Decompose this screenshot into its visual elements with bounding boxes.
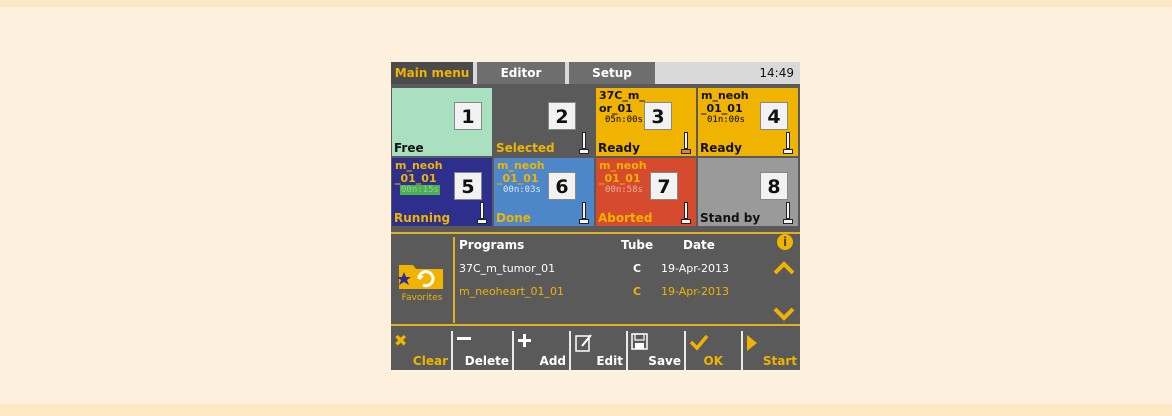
slot-status: Ready bbox=[598, 141, 640, 155]
minus-icon bbox=[457, 337, 471, 340]
slot-3[interactable]: 37C_m_ or_01 05n:00s 3 Ready bbox=[596, 88, 696, 156]
slot-timer: 00n:03s bbox=[503, 185, 541, 195]
slot-status: Free bbox=[394, 141, 424, 155]
plus-icon bbox=[518, 334, 531, 347]
program-name: 37C_m_tumor_01 bbox=[459, 262, 556, 275]
tab-setup[interactable]: Setup bbox=[569, 62, 657, 84]
ok-button[interactable]: OK bbox=[684, 331, 741, 370]
save-label: Save bbox=[648, 354, 681, 368]
slot-status: Running bbox=[394, 211, 451, 225]
clear-button[interactable]: ✖ Clear bbox=[391, 331, 451, 370]
slot-status: Aborted bbox=[598, 211, 653, 225]
tube-icon bbox=[477, 202, 487, 224]
play-icon bbox=[747, 335, 757, 351]
tube-icon bbox=[783, 132, 793, 154]
tab-bar: Main menu Editor Setup 14:49 bbox=[391, 62, 800, 84]
clock: 14:49 bbox=[759, 66, 794, 80]
tube-icon bbox=[579, 132, 589, 154]
slot-7[interactable]: m_neoh _01_01 00n:58s 7 Aborted bbox=[596, 158, 696, 226]
slot-number: 1 bbox=[454, 102, 482, 130]
favorites-button[interactable]: Favorites bbox=[391, 237, 453, 321]
info-icon[interactable]: i bbox=[777, 234, 793, 250]
tab-main-menu[interactable]: Main menu bbox=[391, 62, 475, 84]
tab-editor[interactable]: Editor bbox=[477, 62, 567, 84]
slot-timer: 01n:00s bbox=[707, 115, 745, 125]
slot-number: 8 bbox=[760, 172, 788, 200]
slot-number: 7 bbox=[650, 172, 678, 200]
start-button[interactable]: Start bbox=[741, 331, 800, 370]
slot-timer: 05n:00s bbox=[605, 115, 643, 125]
slot-program: m_neoh _01_01 bbox=[395, 159, 443, 185]
slot-5[interactable]: m_neoh _01_01 00n:15s 5 Running bbox=[392, 158, 492, 226]
program-row[interactable]: m_neoheart_01_01 C 19-Apr-2013 bbox=[455, 282, 767, 302]
slot-number: 3 bbox=[644, 102, 672, 130]
slot-4[interactable]: m_neoh _01_01 01n:00s 4 Ready bbox=[698, 88, 798, 156]
tube-icon bbox=[579, 202, 589, 224]
start-label: Start bbox=[762, 354, 797, 368]
slot-program: m_neoh _01_01 bbox=[497, 159, 545, 185]
clear-label: Clear bbox=[412, 354, 448, 368]
slot-number: 6 bbox=[548, 172, 576, 200]
slot-program: m_neoh _01_01 bbox=[701, 89, 749, 115]
program-date: 19-Apr-2013 bbox=[661, 262, 730, 275]
slot-status: Ready bbox=[700, 141, 742, 155]
slot-number: 2 bbox=[548, 102, 576, 130]
slot-number: 5 bbox=[454, 172, 482, 200]
slot-status: Stand by bbox=[700, 211, 761, 225]
ok-label: OK bbox=[703, 354, 724, 368]
col-header-programs: Programs bbox=[459, 238, 525, 252]
tube-icon bbox=[681, 202, 691, 224]
edit-icon bbox=[575, 334, 592, 352]
favorites-folder-icon bbox=[397, 265, 443, 289]
slot-1[interactable]: 1 Free bbox=[392, 88, 492, 156]
slot-number: 4 bbox=[760, 102, 788, 130]
x-icon: ✖ bbox=[394, 331, 408, 350]
col-header-date: Date bbox=[683, 238, 715, 252]
tube-icon bbox=[783, 202, 793, 224]
slot-status: Selected bbox=[496, 141, 555, 155]
slot-2[interactable]: 2 Selected bbox=[494, 88, 594, 156]
program-tube: C bbox=[633, 262, 642, 275]
panel-separator bbox=[453, 237, 455, 323]
toolbar: ✖ Clear Delete Add Edit Save OK Start bbox=[391, 329, 800, 370]
slot-program: m_neoh _01_01 bbox=[599, 159, 647, 185]
scroll-up-icon[interactable] bbox=[773, 260, 795, 276]
save-button[interactable]: Save bbox=[626, 331, 684, 370]
bottom-band bbox=[0, 404, 1172, 416]
divider-bottom bbox=[391, 324, 800, 326]
edit-button[interactable]: Edit bbox=[569, 331, 626, 370]
slot-timer: 00n:15s bbox=[400, 185, 440, 195]
program-row[interactable]: 37C_m_tumor_01 C 19-Apr-2013 bbox=[455, 259, 767, 279]
device-screen: Main menu Editor Setup 14:49 1 Free 2 Se… bbox=[391, 62, 800, 370]
save-icon bbox=[631, 333, 648, 350]
check-icon bbox=[689, 334, 709, 351]
slot-grid: 1 Free 2 Selected 37C_m_ or_01 05n:00s 3 … bbox=[391, 86, 800, 228]
add-label: Add bbox=[539, 354, 566, 368]
program-name: m_neoheart_01_01 bbox=[459, 285, 564, 298]
delete-button[interactable]: Delete bbox=[451, 331, 512, 370]
add-button[interactable]: Add bbox=[512, 331, 569, 370]
slot-timer: 00n:58s bbox=[605, 185, 643, 195]
program-tube: C bbox=[633, 285, 642, 298]
program-date: 19-Apr-2013 bbox=[661, 285, 730, 298]
top-band bbox=[0, 0, 1172, 7]
tube-icon bbox=[681, 132, 691, 154]
slot-8[interactable]: 8 Stand by bbox=[698, 158, 798, 226]
divider-top bbox=[391, 232, 800, 234]
slot-6[interactable]: m_neoh _01_01 00n:03s 6 Done bbox=[494, 158, 594, 226]
slot-status: Done bbox=[496, 211, 531, 225]
delete-label: Delete bbox=[464, 354, 509, 368]
col-header-tube: Tube bbox=[621, 238, 654, 252]
favorites-label: Favorites bbox=[401, 293, 443, 303]
edit-label: Edit bbox=[596, 354, 623, 368]
scroll-down-icon[interactable] bbox=[773, 306, 795, 322]
